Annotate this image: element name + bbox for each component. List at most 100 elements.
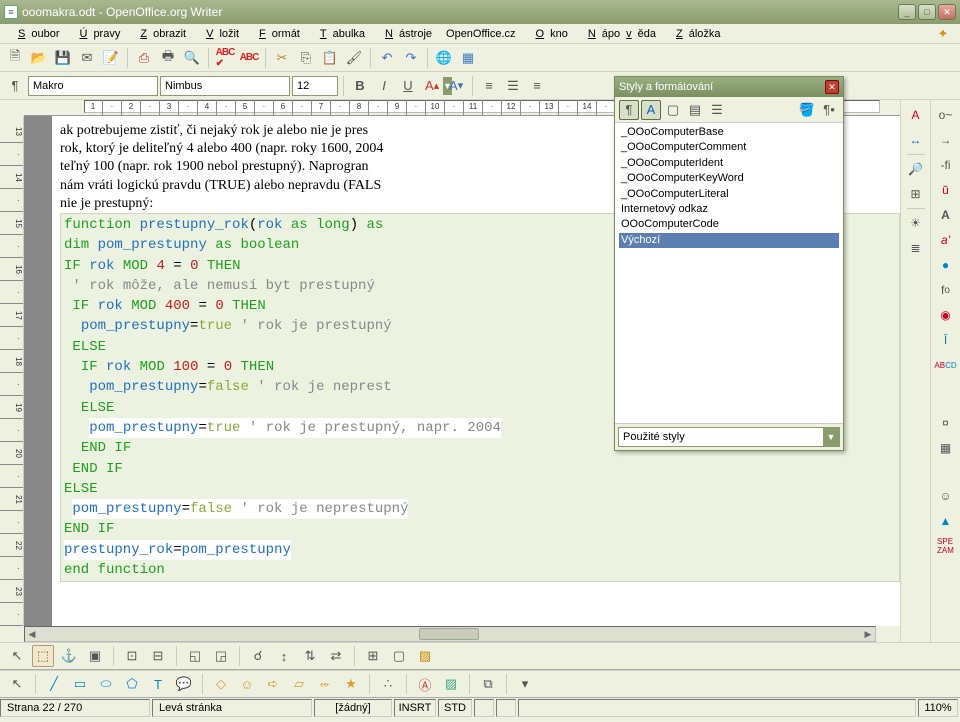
- italic-a-icon[interactable]: a': [935, 229, 957, 251]
- style-list-item[interactable]: _OOoComputerLiteral: [619, 187, 839, 202]
- bullet-icon[interactable]: ●: [935, 254, 957, 276]
- anchor-icon[interactable]: ⚓: [58, 645, 80, 667]
- subscript-icon[interactable]: A▾: [445, 75, 467, 97]
- image-icon[interactable]: ▨: [440, 673, 462, 695]
- tilde-icon[interactable]: o~: [935, 104, 957, 126]
- close-button[interactable]: ✕: [938, 4, 956, 20]
- help-icon[interactable]: ✦: [932, 23, 954, 45]
- styles-filter-input[interactable]: [619, 431, 823, 443]
- autospell-icon[interactable]: ABC: [238, 47, 260, 69]
- styles-window-icon[interactable]: ¶: [4, 75, 26, 97]
- preview-icon[interactable]: 🔍: [181, 47, 203, 69]
- style-list-item[interactable]: _OOoComputerComment: [619, 140, 839, 155]
- styles-formatting-window[interactable]: Styly a formátování ✕ ¶ A ▢ ▤ ☰ 🪣 ¶• _OO…: [614, 76, 844, 451]
- circle-dot-icon[interactable]: ◉: [935, 304, 957, 326]
- vertical-ruler[interactable]: 13·14·15·16·17·18·19·20·21·22·23·: [0, 116, 24, 626]
- wrap-icon[interactable]: ▣: [84, 645, 106, 667]
- f-icon[interactable]: fo: [935, 279, 957, 301]
- paragraph-style-input[interactable]: [29, 80, 179, 92]
- special-char-icon[interactable]: Ϊ: [935, 329, 957, 351]
- email-icon[interactable]: ✉: [76, 47, 98, 69]
- char-styles-icon[interactable]: A: [641, 100, 661, 120]
- align-right-icon[interactable]: ≡: [526, 75, 548, 97]
- fi-icon[interactable]: -fi: [935, 154, 957, 176]
- small-u-icon[interactable]: ŭ: [935, 179, 957, 201]
- points-icon[interactable]: ∴: [377, 673, 399, 695]
- highlight-icon[interactable]: ↔: [905, 129, 927, 151]
- edit-doc-icon[interactable]: 📝: [100, 47, 122, 69]
- format-paint-icon[interactable]: 🖌: [343, 47, 365, 69]
- find-icon[interactable]: 🔎: [905, 158, 927, 180]
- navigator-icon[interactable]: ⊞: [905, 183, 927, 205]
- open-icon[interactable]: 📂: [28, 47, 50, 69]
- menu-soubor[interactable]: Soubor: [6, 28, 65, 40]
- star-icon[interactable]: ★: [340, 673, 362, 695]
- print-icon[interactable]: 🖶: [157, 47, 179, 69]
- list-styles-icon[interactable]: ☰: [707, 100, 727, 120]
- style-list-item[interactable]: OOoComputerCode: [619, 217, 839, 232]
- border-icon[interactable]: ▢: [388, 645, 410, 667]
- status-insert[interactable]: INSRT: [394, 699, 436, 717]
- callout-icon[interactable]: 💬: [173, 673, 195, 695]
- table-icon[interactable]: ▦: [457, 47, 479, 69]
- align-obj-icon[interactable]: ☌: [247, 645, 269, 667]
- menu-nastroje[interactable]: Nástroje: [373, 28, 438, 40]
- flip-h-icon[interactable]: ⇄: [325, 645, 347, 667]
- spellcheck-icon[interactable]: ABC✔: [214, 47, 236, 69]
- menu-tabulka[interactable]: Tabulka: [308, 28, 371, 40]
- extrusion-icon[interactable]: ⧉: [477, 673, 499, 695]
- abc-icon[interactable]: ABCD: [935, 354, 957, 376]
- undo-icon[interactable]: ↶: [376, 47, 398, 69]
- font-color-icon[interactable]: A: [905, 104, 927, 126]
- selection-icon[interactable]: ⬚: [32, 645, 54, 667]
- spezam-icon[interactable]: SPEZAM: [935, 535, 957, 557]
- cut-icon[interactable]: ✂: [271, 47, 293, 69]
- font-size-combo[interactable]: ▼: [292, 76, 338, 96]
- menu-zobrazit[interactable]: Zobrazit: [128, 28, 192, 40]
- rect-icon[interactable]: ▭: [69, 673, 91, 695]
- chevron-down-icon[interactable]: ▼: [823, 428, 839, 446]
- style-list-item[interactable]: _OOoComputerIdent: [619, 156, 839, 171]
- page-styles-icon[interactable]: ▤: [685, 100, 705, 120]
- copy-icon[interactable]: ⎘: [295, 47, 317, 69]
- menu-upravy[interactable]: Úpravy: [67, 28, 126, 40]
- menu-napoveda[interactable]: Nápověda: [576, 28, 662, 40]
- chevron-down-icon[interactable]: ▾: [514, 673, 536, 695]
- styles-list[interactable]: _OOoComputerBase_OOoComputerComment_OOoC…: [615, 123, 843, 423]
- new-style-icon[interactable]: ¶•: [819, 100, 839, 120]
- line-icon[interactable]: ╱: [43, 673, 65, 695]
- fill-format-icon[interactable]: 🪣: [797, 100, 817, 120]
- emoji-icon[interactable]: ☺: [935, 485, 957, 507]
- fontwork-icon[interactable]: Ⓐ: [414, 673, 436, 695]
- italic-icon[interactable]: I: [373, 75, 395, 97]
- menu-zalozka[interactable]: Záložka: [664, 28, 727, 40]
- superscript-icon[interactable]: A▴: [421, 75, 443, 97]
- menu-openoffice-cz[interactable]: OpenOffice.cz: [440, 28, 522, 40]
- smiley-icon[interactable]: ☺: [236, 673, 258, 695]
- select-tool-icon[interactable]: ↖: [6, 673, 28, 695]
- paste-icon[interactable]: 📋: [319, 47, 341, 69]
- align-left-icon[interactable]: ≡: [478, 75, 500, 97]
- bold-icon[interactable]: B: [349, 75, 371, 97]
- bring-front-icon[interactable]: ◱: [184, 645, 206, 667]
- arrow-block-icon[interactable]: ➪: [262, 673, 284, 695]
- underline-icon[interactable]: U: [397, 75, 419, 97]
- new-doc-icon[interactable]: 🗎: [4, 47, 26, 69]
- diamond-icon[interactable]: ◇: [210, 673, 232, 695]
- datasource-icon[interactable]: ≣: [905, 237, 927, 259]
- menu-vlozit[interactable]: Vložit: [194, 28, 245, 40]
- pdf-icon[interactable]: ⎙: [133, 47, 155, 69]
- bold-a-icon[interactable]: A: [935, 204, 957, 226]
- grid-icon[interactable]: ▦: [935, 437, 957, 459]
- menu-okno[interactable]: Okno: [524, 28, 574, 40]
- paragraph-style-combo[interactable]: ▼: [28, 76, 158, 96]
- minimize-button[interactable]: _: [898, 4, 916, 20]
- frame-styles-icon[interactable]: ▢: [663, 100, 683, 120]
- paragraph-styles-icon[interactable]: ¶: [619, 100, 639, 120]
- style-list-item[interactable]: _OOoComputerBase: [619, 125, 839, 140]
- style-list-item[interactable]: Výchozí: [619, 233, 839, 248]
- font-name-input[interactable]: [161, 80, 311, 92]
- flip-v-icon[interactable]: ⇅: [299, 645, 321, 667]
- nonprinting-icon[interactable]: ¤: [935, 412, 957, 434]
- ellipse-icon[interactable]: ⬭: [95, 673, 117, 695]
